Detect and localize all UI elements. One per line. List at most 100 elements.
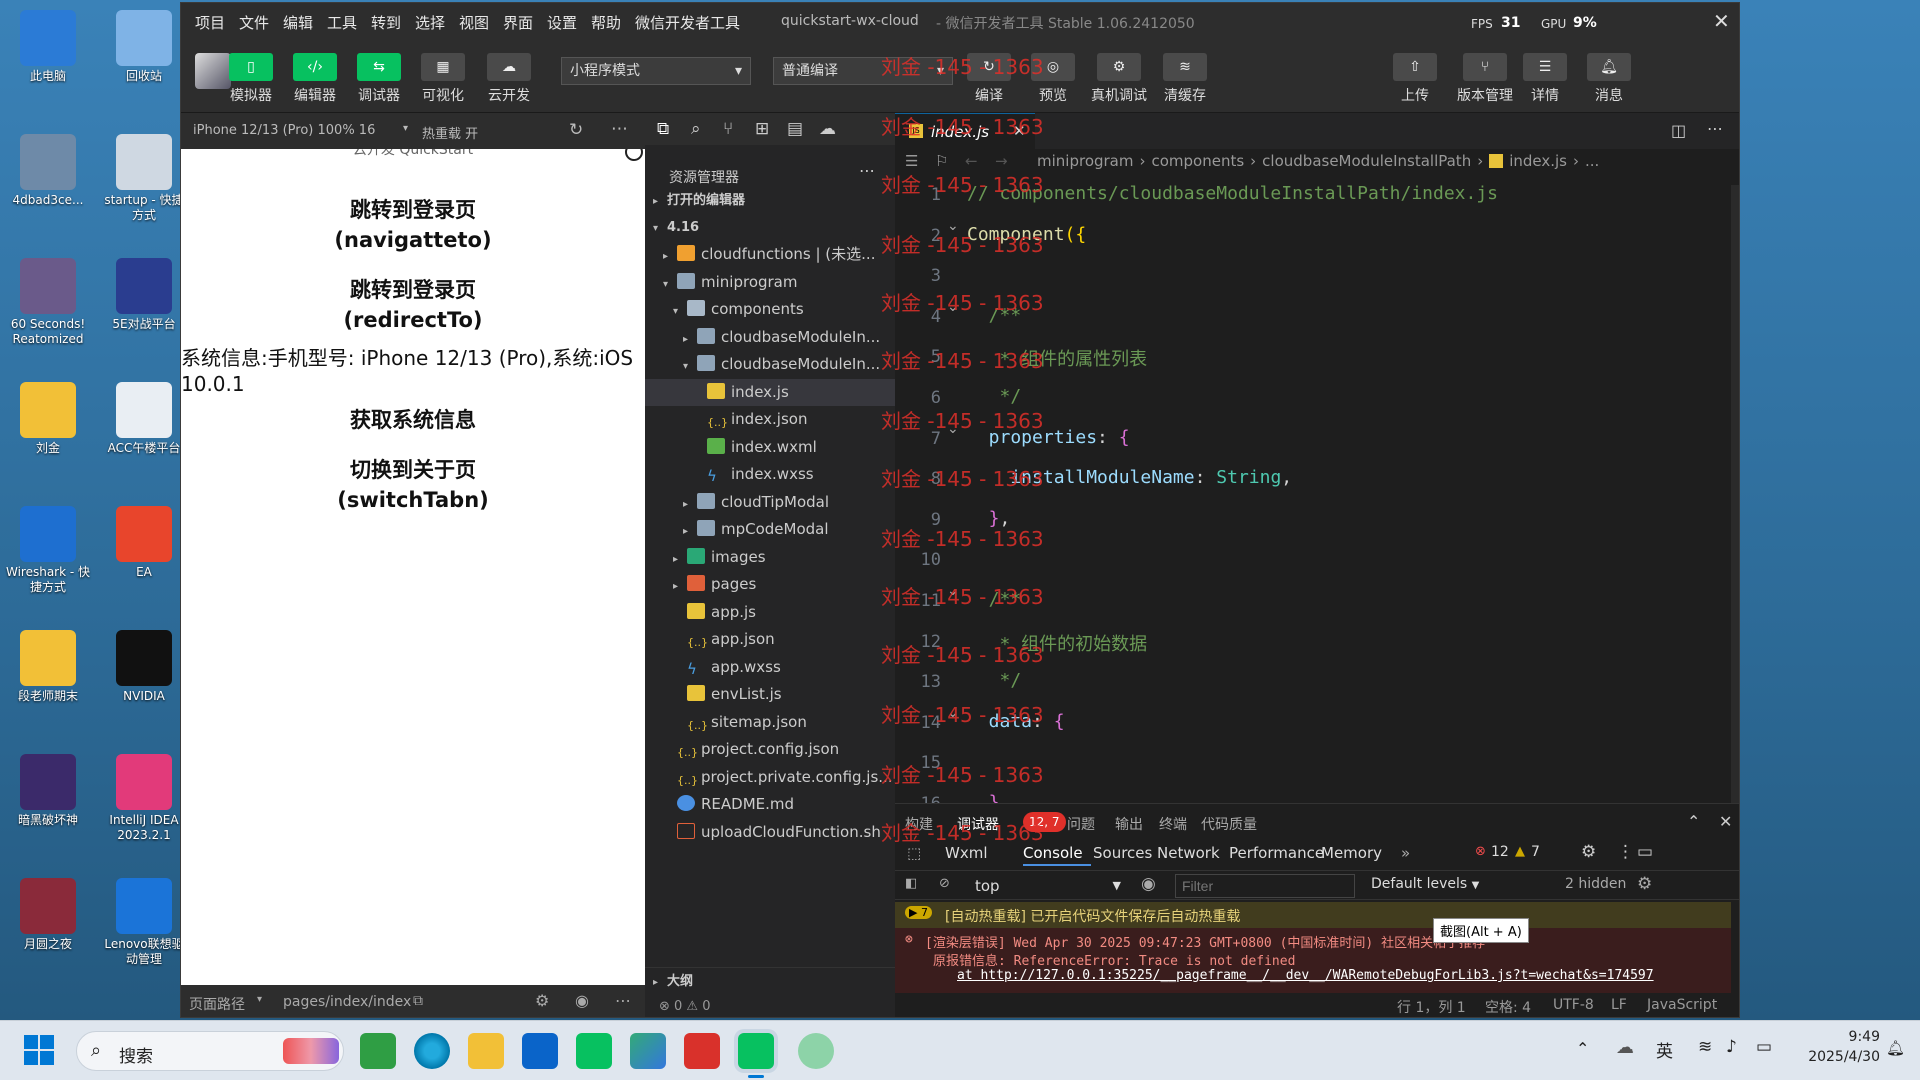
panel-tab[interactable]: 问题 — [1067, 814, 1095, 834]
breadcrumb-item[interactable]: cloudbaseModuleInstallPath — [1262, 152, 1471, 170]
wechat-icon[interactable] — [738, 1033, 774, 1069]
outlook-icon[interactable] — [522, 1033, 558, 1069]
app-icon[interactable] — [360, 1033, 396, 1069]
desktop-icon[interactable]: ACC午楼平台 — [100, 382, 188, 456]
breadcrumb-item[interactable]: index.js — [1509, 152, 1567, 170]
context-select[interactable]: top ▼ — [965, 874, 1125, 898]
warning-count[interactable]: 7 — [1531, 844, 1540, 860]
extensions-icon[interactable]: ⊞ — [755, 119, 769, 139]
devtools-tab[interactable]: Sources — [1093, 844, 1152, 862]
list-icon[interactable]: ☰ — [905, 152, 918, 170]
version-button[interactable]: ⑂ 版本管理 — [1449, 41, 1521, 105]
clear-cache-button[interactable]: ≋ 清缓存 — [1155, 41, 1215, 105]
tree-file[interactable]: {..} index.json — [645, 406, 895, 433]
cursor-position[interactable]: 行 1，列 1 — [1397, 997, 1466, 1017]
menu-item[interactable]: 转到 — [371, 12, 401, 33]
menu-item[interactable]: 项目 — [195, 12, 225, 33]
panel-tab[interactable]: 输出 — [1115, 814, 1143, 834]
file-explorer-icon[interactable] — [468, 1033, 504, 1069]
breadcrumb-item[interactable]: miniprogram — [1037, 152, 1133, 170]
hot-reload-toggle[interactable]: 热重载 开 — [406, 123, 478, 142]
devtools-tab[interactable]: Memory — [1321, 844, 1382, 862]
desktop-icon[interactable]: IntelliJ IDEA 2023.2.1 — [100, 754, 188, 843]
capsule-record-icon[interactable] — [625, 149, 643, 161]
more-tabs-icon[interactable]: » — [1401, 844, 1410, 862]
desktop-icon[interactable]: 此电脑 — [4, 10, 92, 84]
menu-item[interactable]: 编辑 — [283, 12, 313, 33]
desktop-icon[interactable]: 4dbad3ce... — [4, 134, 92, 208]
clear-console-icon[interactable]: ⊘ — [939, 876, 950, 891]
panel-tab[interactable]: 代码质量 — [1201, 814, 1257, 834]
eye-icon[interactable]: ◉ — [1141, 874, 1156, 894]
page-path-label[interactable]: 页面路径 — [189, 994, 245, 1014]
toolbar-editor-button[interactable]: ‹/› 编辑器 — [285, 41, 345, 105]
tree-folder[interactable]: ▸ cloudTipModal — [645, 489, 895, 516]
encoding[interactable]: UTF-8 — [1553, 997, 1594, 1013]
eye-icon[interactable]: ◉ — [575, 991, 589, 1010]
mode-select[interactable]: 小程序模式 ▾ — [561, 57, 751, 85]
clock-date[interactable]: 2025/4/30 — [1796, 1049, 1880, 1065]
devtools-tab[interactable]: Console — [1023, 844, 1083, 862]
copy-icon[interactable]: ⧉ — [413, 993, 423, 1009]
volume-icon[interactable]: ♪ — [1726, 1037, 1737, 1057]
navigate-to-login[interactable]: 跳转到登录页 (navigatteto) — [181, 195, 645, 255]
switch-to-about[interactable]: 切换到关于页 (switchTabn) — [181, 455, 645, 515]
toolbar-visual-button[interactable]: ▦ 可视化 — [413, 41, 473, 105]
more-icon[interactable]: ⋯ — [859, 161, 875, 180]
wechat-devtools-icon[interactable] — [798, 1033, 834, 1069]
search-icon[interactable]: ⌕ — [691, 119, 701, 139]
desktop-icon[interactable]: Lenovo联想驱动管理 — [100, 878, 188, 967]
more-icon[interactable]: ⋯ — [1707, 119, 1723, 138]
desktop-icon[interactable]: startup - 快捷方式 — [100, 134, 188, 223]
tree-file[interactable]: {..} app.json — [645, 626, 895, 653]
menu-item[interactable]: 设置 — [547, 12, 577, 33]
collapse-icon[interactable]: ⌃ — [1687, 812, 1700, 831]
tree-file[interactable]: README.md — [645, 791, 895, 818]
more-vert-icon[interactable]: ⋮ — [1617, 842, 1634, 862]
store-icon[interactable] — [576, 1033, 612, 1069]
debug-icon[interactable]: ▤ — [787, 119, 803, 139]
desktop-icon[interactable]: 5E对战平台 — [100, 258, 188, 332]
get-system-info[interactable]: 获取系统信息 — [181, 405, 645, 435]
tree-file[interactable]: ϟ index.wxss — [645, 461, 895, 488]
tree-file[interactable]: app.js — [645, 599, 895, 626]
tree-file[interactable]: uploadCloudFunction.sh — [645, 819, 895, 846]
root-folder[interactable]: ▾ 4.16 — [645, 214, 895, 241]
messages-button[interactable]: 🔔︎ 消息 — [1579, 41, 1639, 105]
tree-file[interactable]: {..} sitemap.json — [645, 709, 895, 736]
levels-select[interactable]: Default levels ▼ — [1371, 876, 1479, 892]
tree-folder[interactable]: ▾ cloudbaseModuleIn... — [645, 351, 895, 378]
sidebar-toggle-icon[interactable]: ◧ — [905, 876, 917, 891]
problems-count[interactable]: ⊗ 0 ⚠ 0 — [645, 993, 895, 1017]
outline-section[interactable]: ▸ 大纲 — [645, 967, 895, 994]
line-ending[interactable]: LF — [1611, 997, 1627, 1013]
upload-button[interactable]: ⇧ 上传 — [1385, 41, 1445, 105]
refresh-icon[interactable]: ↻ — [569, 120, 583, 140]
open-editors-section[interactable]: ▸ 打开的编辑器 — [645, 187, 895, 214]
toolbar-simulator-button[interactable]: ▯ 模拟器 — [221, 41, 281, 105]
start-button[interactable] — [22, 1033, 58, 1069]
tree-folder[interactable]: ▾ miniprogram — [645, 269, 895, 296]
desktop-icon[interactable]: 段老师期末 — [4, 630, 92, 704]
desktop-icon[interactable]: 月圆之夜 — [4, 878, 92, 952]
indentation[interactable]: 空格: 4 — [1485, 997, 1531, 1017]
language-mode[interactable]: JavaScript — [1647, 997, 1717, 1013]
filter-input[interactable] — [1175, 874, 1355, 898]
dock-icon[interactable]: ▭ — [1637, 842, 1653, 862]
notification-icon[interactable]: 🔔︎ — [1886, 1039, 1905, 1057]
files-icon[interactable]: ⧉ — [657, 119, 669, 139]
device-select[interactable]: iPhone 12/13 (Pro) 100% 16 — [193, 123, 375, 138]
panel-tab[interactable]: 终端 — [1159, 814, 1187, 834]
details-button[interactable]: ☰ 详情 — [1515, 41, 1575, 105]
more-icon[interactable]: ⋯ — [611, 119, 628, 139]
ime-indicator[interactable]: 英 — [1656, 1037, 1673, 1062]
tree-folder[interactable]: ▸ cloudbaseModuleIn... — [645, 324, 895, 351]
bug-icon[interactable]: ⚙ — [535, 991, 549, 1010]
menu-item[interactable]: 视图 — [459, 12, 489, 33]
close-panel-icon[interactable]: ✕ — [1719, 812, 1732, 831]
toolbar-debugger-button[interactable]: ⇆ 调试器 — [349, 41, 409, 105]
menu-item[interactable]: 选择 — [415, 12, 445, 33]
menu-item[interactable]: 微信开发者工具 — [635, 12, 740, 33]
redirect-to-login[interactable]: 跳转到登录页 (redirectTo) — [181, 275, 645, 335]
tree-file[interactable]: index.js — [645, 378, 895, 406]
